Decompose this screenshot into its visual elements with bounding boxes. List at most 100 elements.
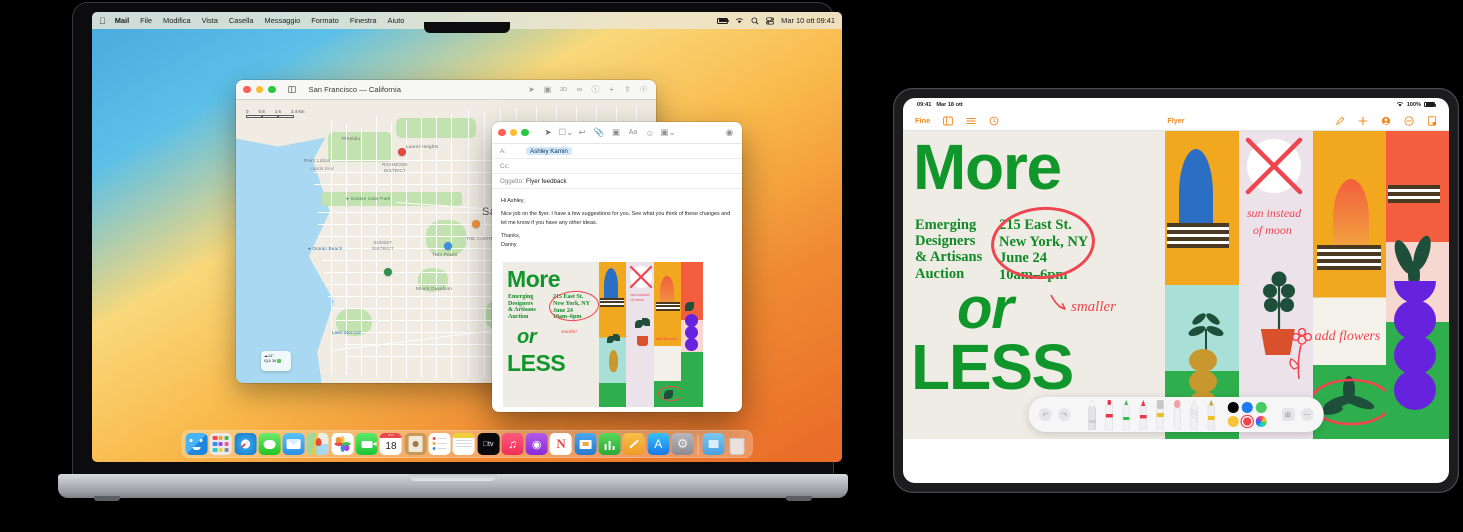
dock-item-podcasts[interactable]: ◉ bbox=[525, 433, 548, 455]
undo-icon[interactable]: ↶ bbox=[1038, 408, 1052, 421]
mail-body[interactable]: Hi Ashley, Nice job on the flyer. I have… bbox=[492, 189, 742, 249]
send-icon[interactable]: ➤ bbox=[542, 127, 555, 138]
page-view-icon[interactable] bbox=[942, 115, 953, 126]
share-collab-icon[interactable] bbox=[1380, 115, 1391, 126]
more-icon[interactable]: ◉ bbox=[723, 127, 736, 138]
sidebar-toggle-icon[interactable] bbox=[287, 86, 296, 93]
add-color-icon[interactable]: ⊞ bbox=[1281, 408, 1295, 421]
dock-item-contacts[interactable] bbox=[404, 433, 427, 455]
highlighter-tool[interactable] bbox=[1121, 398, 1132, 430]
dock-item-calendar[interactable]: OTT 18 bbox=[379, 433, 402, 455]
menu-item-casella[interactable]: Casella bbox=[229, 16, 254, 25]
menu-item-mail[interactable]: Mail bbox=[115, 16, 129, 25]
color-swatch-red-selected[interactable] bbox=[1241, 416, 1253, 427]
document-options-icon[interactable] bbox=[1426, 115, 1437, 126]
markup-icon[interactable] bbox=[1334, 115, 1345, 126]
done-button[interactable]: Fine bbox=[915, 116, 930, 125]
menu-item-file[interactable]: File bbox=[140, 16, 152, 25]
info-icon[interactable]: ⓘ bbox=[590, 84, 601, 95]
smudge-tool[interactable] bbox=[1172, 399, 1183, 430]
dock-item-notes[interactable] bbox=[452, 433, 475, 455]
mail-maximize-button[interactable] bbox=[521, 128, 529, 137]
list-view-icon[interactable] bbox=[965, 115, 976, 126]
dock-item-finder[interactable] bbox=[185, 433, 208, 455]
dock-item-mail[interactable] bbox=[282, 433, 305, 455]
markup-dropdown-icon[interactable]: ▣⌄ bbox=[661, 127, 676, 138]
mail-close-button[interactable] bbox=[498, 128, 506, 137]
dock-item-safari[interactable] bbox=[234, 433, 257, 455]
account-icon[interactable]: ☉ bbox=[638, 84, 649, 95]
control-center-icon[interactable] bbox=[766, 16, 775, 25]
wifi-icon[interactable] bbox=[735, 17, 744, 24]
location-arrow-icon[interactable]: ➤ bbox=[526, 84, 537, 95]
pen-tool[interactable] bbox=[1087, 398, 1098, 430]
apple-logo-icon[interactable]:  bbox=[99, 16, 106, 26]
dock-item-launchpad[interactable] bbox=[209, 433, 232, 455]
color-swatch-yellow[interactable] bbox=[1227, 416, 1239, 427]
3d-icon[interactable]: 3D bbox=[558, 84, 569, 95]
menu-item-finestra[interactable]: Finestra bbox=[350, 16, 377, 25]
share-icon[interactable]: ∞ bbox=[574, 84, 585, 95]
add-icon[interactable] bbox=[1357, 115, 1368, 126]
minimize-button[interactable] bbox=[255, 85, 263, 94]
ipad-screen[interactable]: 09:41 Mar 18 ott 100% Fine Flyer More Em… bbox=[903, 98, 1449, 483]
more-options-icon[interactable]: ⋯ bbox=[1300, 408, 1314, 421]
menu-item-aiuto[interactable]: Aiuto bbox=[388, 16, 405, 25]
mail-cc-field[interactable]: Cc: bbox=[492, 159, 742, 174]
emoji-icon[interactable]: ☺ bbox=[644, 128, 657, 138]
document-title[interactable]: Flyer bbox=[1167, 116, 1184, 125]
dock-item-reminders[interactable] bbox=[428, 433, 451, 455]
search-icon[interactable] bbox=[751, 16, 759, 25]
pencilkit-toolbar[interactable]: ↶ ↷ ⊞ ⋯ bbox=[1028, 397, 1324, 432]
battery-icon[interactable] bbox=[717, 17, 730, 24]
mail-subject-value[interactable]: Flyer feedback bbox=[526, 178, 567, 185]
color-swatch-rainbow[interactable] bbox=[1255, 416, 1267, 427]
mail-flyer-attachment[interactable]: More Emerging Designers & Artisans Auction … bbox=[503, 262, 703, 407]
crayon-tool[interactable] bbox=[1138, 398, 1149, 430]
redo-icon[interactable]: ↷ bbox=[1057, 408, 1071, 421]
map-weather-widget[interactable]: ☁14° IQA 38 bbox=[261, 351, 291, 371]
pencil-tool[interactable] bbox=[1189, 398, 1200, 430]
mail-minimize-button[interactable] bbox=[509, 128, 517, 137]
dock-item-maps[interactable] bbox=[307, 433, 330, 455]
photo-browser-icon[interactable]: ▣ bbox=[610, 127, 623, 138]
dock-item-appletv[interactable]: tv bbox=[477, 433, 500, 455]
mail-subject-field[interactable]: Oggetto: Flyer feedback bbox=[492, 174, 742, 189]
minus-icon[interactable] bbox=[1403, 115, 1414, 126]
menu-item-messaggio[interactable]: Messaggio bbox=[265, 16, 301, 25]
color-swatch-green[interactable] bbox=[1255, 402, 1267, 413]
menu-item-vista[interactable]: Vista bbox=[202, 16, 218, 25]
menu-item-formato[interactable]: Formato bbox=[311, 16, 339, 25]
menubar-clock[interactable]: Mar 10 ott 09:41 bbox=[781, 16, 835, 25]
color-swatch-black[interactable] bbox=[1227, 402, 1239, 413]
dock-item-downloads[interactable] bbox=[702, 433, 725, 455]
upload-icon[interactable]: ⇪ bbox=[622, 84, 633, 95]
close-button[interactable] bbox=[243, 85, 251, 94]
dock-item-numbers[interactable] bbox=[598, 433, 621, 455]
fountain-pen-tool[interactable] bbox=[1206, 398, 1217, 430]
zoom-in-icon[interactable]: + bbox=[606, 84, 617, 95]
dock-item-news[interactable]: N bbox=[550, 433, 573, 455]
maximize-button[interactable] bbox=[268, 85, 276, 94]
format-icon[interactable]: Aa bbox=[627, 129, 640, 136]
mail-to-recipient[interactable]: Ashley Kamin bbox=[526, 147, 572, 155]
dock-item-messages[interactable] bbox=[258, 433, 281, 455]
marker-tool[interactable] bbox=[1104, 399, 1115, 430]
attach-icon[interactable]: 📎 bbox=[593, 127, 606, 138]
dock-item-facetime[interactable] bbox=[355, 433, 378, 455]
macos-dock[interactable]: OTT 18 tv ♫ ◉ N A ⚙ bbox=[181, 430, 753, 458]
color-palette[interactable] bbox=[1227, 402, 1267, 427]
dock-item-music[interactable]: ♫ bbox=[501, 433, 524, 455]
dock-item-pages[interactable] bbox=[622, 433, 645, 455]
history-icon[interactable] bbox=[988, 115, 999, 126]
look-around-icon[interactable]: ▣ bbox=[542, 84, 553, 95]
reply-icon[interactable]: ↩ bbox=[576, 127, 589, 138]
archive-dropdown-icon[interactable]: ☐⌄ bbox=[559, 127, 574, 138]
dock-item-keynote[interactable] bbox=[574, 433, 597, 455]
eraser-tool[interactable] bbox=[1155, 399, 1166, 430]
dock-item-photos[interactable] bbox=[331, 433, 354, 455]
menu-item-modifica[interactable]: Modifica bbox=[163, 16, 191, 25]
dock-item-appstore[interactable]: A bbox=[647, 433, 670, 455]
dock-item-settings[interactable]: ⚙ bbox=[671, 433, 694, 455]
pages-document-canvas[interactable]: More Emerging Designers & Artisans Auction … bbox=[903, 131, 1449, 439]
